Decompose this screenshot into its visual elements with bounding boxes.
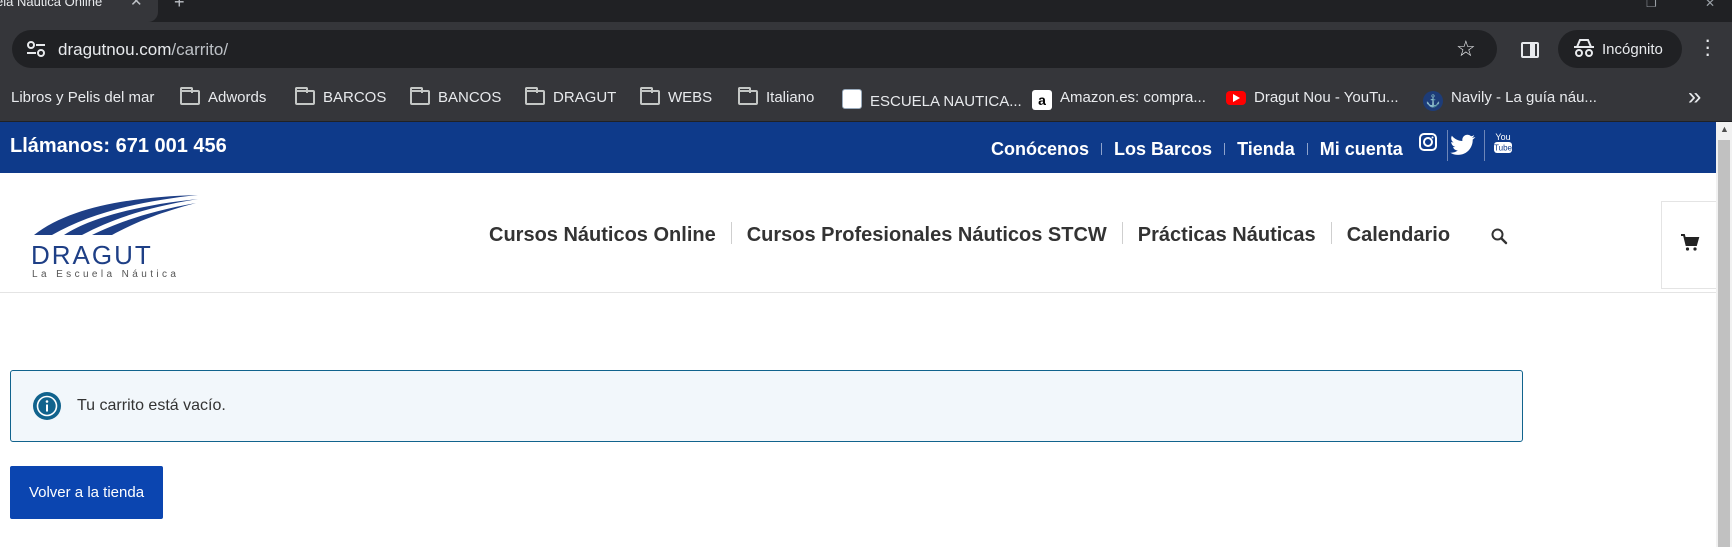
return-to-shop-button[interactable]: Volver a la tienda [10,466,163,519]
page-scrollbar[interactable]: ▲ [1716,122,1732,547]
svg-text:Tube: Tube [1494,144,1512,153]
folder-icon [640,87,660,105]
cart-empty-notice: Tu carrito está vacío. [10,370,1523,442]
browser-toolbar: dragutnou.com/carrito/ ☆ Incógnito · · · [0,22,1732,72]
bookmarks-overflow-icon[interactable]: » [1688,83,1701,111]
top-link-conocenos[interactable]: Conócenos [991,139,1089,159]
top-links: Conócenos Los Barcos Tienda Mi cuenta [991,139,1403,160]
search-icon[interactable] [1490,227,1508,245]
bookmark-label: BARCOS [323,89,387,106]
bookmark-label: ESCUELA NAUTICA... [870,93,1022,110]
tab-close-icon[interactable]: ✕ [130,0,143,9]
scroll-up-icon[interactable]: ▲ [1720,124,1729,134]
top-link-tienda[interactable]: Tienda [1237,139,1295,159]
bookmark-item[interactable]: DRAGUT [525,87,617,106]
info-icon [33,392,61,420]
tab-title: ela Náutica Online [0,0,103,9]
bookmark-label: Libros y Pelis del mar [11,89,155,106]
dragut-logo[interactable]: DRAGUT La Escuela Náutica [30,193,205,279]
incognito-label: Incógnito [1602,41,1663,58]
notice-text: Tu carrito está vacío. [77,397,226,414]
window-restore-icon[interactable]: ❐ [1646,0,1657,10]
folder-icon [525,87,545,105]
bookmark-item[interactable]: a Amazon.es: compra... [1032,89,1206,110]
bookmark-item[interactable]: ESCUELA NAUTICA... [842,89,1022,110]
nav-cursos-stcw[interactable]: Cursos Profesionales Náuticos STCW [747,224,1107,246]
instagram-icon[interactable] [1410,126,1446,162]
navily-favicon: ⚓ [1423,91,1443,111]
bookmark-item[interactable]: Dragut Nou - YouTu... [1226,89,1399,106]
bookmark-label: Adwords [208,89,267,106]
bookmark-item[interactable]: Adwords [180,87,267,106]
amazon-icon: a [1032,90,1052,110]
top-link-mi-cuenta[interactable]: Mi cuenta [1320,139,1403,159]
divider [1224,143,1226,155]
browser-tab[interactable]: ela Náutica Online ✕ [0,0,158,22]
escuela-favicon [842,89,862,109]
web-page: Llámanos: 671 001 456 Conócenos Los Barco… [0,122,1732,547]
top-link-barcos[interactable]: Los Barcos [1114,139,1212,159]
bookmark-label: Italiano [766,89,815,106]
phone-number[interactable]: Llámanos: 671 001 456 [10,135,227,158]
folder-icon [410,87,430,105]
divider [1101,143,1103,155]
nav-calendario[interactable]: Calendario [1347,224,1450,246]
divider [1121,222,1123,244]
folder-icon [295,87,315,105]
folder-icon [738,87,758,105]
bookmark-item[interactable]: BANCOS [410,87,502,106]
bookmark-label: WEBS [668,89,713,106]
bookmark-item[interactable]: Italiano [738,87,815,106]
logo-tagline: La Escuela Náutica [32,269,179,279]
site-header: DRAGUT La Escuela Náutica Cursos Náutico… [0,173,1720,293]
incognito-icon [1574,39,1594,57]
logo-wordmark: DRAGUT [31,240,153,270]
bookmark-item[interactable]: WEBS [640,87,713,106]
bookmark-label: BANCOS [438,89,502,106]
youtube-icon [1226,91,1246,105]
youtube-icon[interactable]: You Tube [1485,126,1521,162]
svg-text:You: You [1495,132,1510,142]
url-host: dragutnou.com [58,40,172,59]
browser-tabstrip: ela Náutica Online ✕ + ❐ ✕ [0,0,1732,22]
main-nav: Cursos Náuticos Online Cursos Profesional… [489,222,1450,247]
folder-icon [180,87,200,105]
incognito-badge[interactable]: Incógnito [1558,30,1682,68]
cart-icon [1681,234,1700,251]
bookmarks-bar: Libros y Pelis del mar Adwords BARCOS BA… [0,72,1732,122]
site-topbar: Llámanos: 671 001 456 Conócenos Los Barco… [0,122,1716,173]
window-close-icon[interactable]: ✕ [1705,0,1715,10]
cart-button[interactable] [1661,201,1720,289]
bookmark-star-icon[interactable]: ☆ [1456,36,1476,62]
twitter-icon[interactable] [1448,126,1484,162]
browser-menu-icon[interactable]: · · · [1704,29,1711,65]
bookmark-item[interactable]: BARCOS [295,87,387,106]
bookmark-label: DRAGUT [553,89,617,106]
bookmark-label: Dragut Nou - YouTu... [1254,89,1399,106]
url-text[interactable]: dragutnou.com/carrito/ [58,40,228,60]
site-info-icon[interactable] [26,40,46,58]
bookmark-label: Amazon.es: compra... [1060,89,1206,106]
bookmark-item[interactable]: Libros y Pelis del mar [11,89,154,106]
url-path: /carrito/ [171,40,229,59]
new-tab-icon[interactable]: + [174,0,185,13]
nav-practicas[interactable]: Prácticas Náuticas [1138,224,1316,246]
divider [1330,222,1332,244]
bookmark-label: Navily - La guía náu... [1451,89,1597,106]
divider [730,222,732,244]
divider [1306,143,1308,155]
address-bar[interactable]: dragutnou.com/carrito/ ☆ [12,30,1497,68]
bookmark-item[interactable]: ⚓ Navily - La guía náu... [1423,89,1597,111]
side-panel-icon[interactable] [1521,42,1539,58]
nav-cursos-online[interactable]: Cursos Náuticos Online [489,224,716,246]
scroll-thumb[interactable] [1718,140,1730,547]
